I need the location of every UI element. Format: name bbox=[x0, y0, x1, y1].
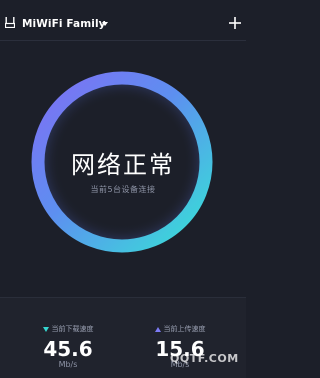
plus-icon[interactable] bbox=[228, 16, 242, 30]
download-label-row: 当前下载速度 bbox=[18, 325, 118, 334]
router-icon bbox=[5, 17, 15, 28]
download-label: 当前下载速度 bbox=[51, 325, 94, 333]
download-unit: Mb/s bbox=[58, 360, 78, 369]
download-arrow-icon bbox=[42, 326, 49, 332]
top-bar: MiWiFi Family bbox=[0, 0, 246, 40]
connected-devices-text[interactable]: 当前5台设备连接 bbox=[0, 185, 246, 195]
download-value: 45.6 bbox=[43, 337, 93, 361]
upload-arrow-icon bbox=[154, 326, 161, 332]
chevron-down-icon[interactable] bbox=[102, 22, 108, 26]
upload-label-row: 当前上传速度 bbox=[130, 325, 230, 334]
network-status-title: 网络正常 bbox=[71, 151, 175, 179]
download-speed-stat: 当前下载速度 45.6 Mb/s bbox=[18, 325, 118, 370]
upload-label: 当前上传速度 bbox=[163, 325, 206, 333]
wifi-name-selector[interactable]: MiWiFi Family bbox=[22, 18, 106, 31]
header-divider bbox=[0, 40, 246, 41]
watermark: QQTF.COM bbox=[170, 352, 239, 365]
